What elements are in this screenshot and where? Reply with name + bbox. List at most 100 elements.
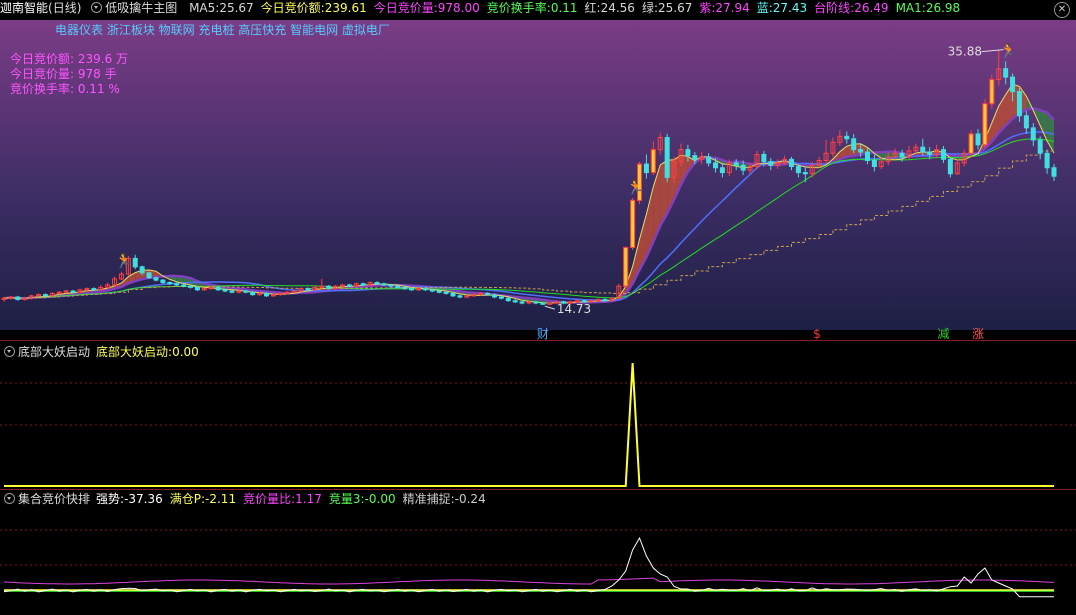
close-icon[interactable]: ✕ <box>1054 2 1070 18</box>
signal-marker: 财 <box>537 327 549 340</box>
runner-icon: 🏃 <box>627 179 644 196</box>
info-value: 978 <box>74 67 105 81</box>
indicator1-chart[interactable] <box>0 343 1076 489</box>
candle <box>519 301 525 304</box>
header-bar: 迦南智能(日线) 低吸擒牛主图 MA5:25.67 今日竞价额:239.61 今日竞… <box>0 0 1076 20</box>
candle <box>858 149 864 153</box>
candle <box>70 290 76 293</box>
candle-strong <box>623 247 629 287</box>
candle <box>975 133 981 146</box>
header-label: MA5: <box>189 1 220 15</box>
runner-icon: 🏃 <box>1000 42 1017 59</box>
info-unit: % <box>108 82 120 96</box>
header-value: 27.43 <box>772 1 808 15</box>
candle <box>789 158 794 168</box>
header-value: 0.11 <box>550 1 578 15</box>
header-label: MA1: <box>895 1 926 15</box>
bid-volume-ratio-line <box>3 577 1055 585</box>
candle <box>146 272 152 279</box>
candle <box>229 290 235 293</box>
candle <box>505 297 511 302</box>
candle <box>1016 91 1022 117</box>
candle <box>864 151 870 162</box>
candle <box>167 282 173 285</box>
header-label: 绿: <box>641 1 658 15</box>
candle <box>326 285 332 290</box>
header-value: 25.67 <box>657 1 693 15</box>
candle <box>450 292 456 297</box>
header-label: 蓝: <box>756 1 773 15</box>
candle <box>927 151 933 155</box>
header-values: MA5:25.67 今日竞价额:239.61 今日竞价量:978.00 竞价换手率:0… <box>189 1 967 15</box>
candle <box>374 282 380 285</box>
candle-strong <box>989 79 995 105</box>
candle <box>429 289 435 292</box>
candle <box>940 149 946 160</box>
candle <box>222 289 228 292</box>
info-unit: 万 <box>116 52 129 66</box>
candle <box>802 172 808 175</box>
stock-name[interactable]: 迦南智能 <box>0 1 48 15</box>
candle <box>485 292 491 296</box>
candle-strong <box>650 149 656 174</box>
candle <box>1044 152 1050 169</box>
main-chart[interactable]: 35.88 14.73 🏃 🏃 🏃 财 $ 减 涨 <box>0 20 1076 340</box>
candle <box>1010 76 1016 93</box>
candle <box>713 162 719 169</box>
candle <box>533 301 539 304</box>
candle <box>1023 115 1029 129</box>
indicator-menu-icon[interactable] <box>91 2 103 13</box>
candle <box>360 283 366 286</box>
indicator-name[interactable]: 低吸擒牛主图 <box>105 1 177 15</box>
header-label: 今日竞价额: <box>260 1 325 15</box>
concept-tags: 电器仪表 浙江板块 物联网 充电桩 高压快充 智能电网 虚拟电厂 <box>55 23 390 37</box>
period-label[interactable]: (日线) <box>48 1 81 15</box>
candle <box>194 286 200 291</box>
info-line: 今日竞价量: 978 手 <box>10 67 128 82</box>
candle <box>15 296 21 300</box>
header-value: 24.56 <box>600 1 635 15</box>
candle-strong <box>982 103 988 146</box>
candle <box>733 162 739 166</box>
candle <box>1051 167 1057 177</box>
candle <box>947 158 953 175</box>
candle <box>215 286 221 291</box>
candle <box>181 284 187 287</box>
header-label: 红: <box>584 1 601 15</box>
candle <box>381 283 387 286</box>
info-line: 竞价换手率: 0.11 % <box>10 82 128 97</box>
info-value: 0.11 <box>74 82 109 96</box>
info-label: 今日竞价额: <box>10 52 75 66</box>
candle <box>844 135 850 140</box>
info-line: 今日竞价额: 239.6 万 <box>10 52 128 67</box>
candle <box>91 288 97 291</box>
candle <box>685 149 691 157</box>
candle-strong <box>968 133 974 154</box>
info-label: 竞价换手率: <box>10 82 75 96</box>
candle <box>1030 127 1036 141</box>
candle <box>540 302 546 305</box>
candle <box>160 279 166 284</box>
candle <box>346 284 352 287</box>
header-value: 978.00 <box>437 1 480 15</box>
candle <box>851 138 857 151</box>
candle <box>512 300 518 303</box>
header-label: 台阶线: <box>814 1 855 15</box>
candle <box>491 294 497 298</box>
signal-marker: $ <box>813 327 821 340</box>
candle <box>436 290 442 293</box>
info-label: 今日竞价量: <box>10 67 75 81</box>
header-value: 27.94 <box>715 1 750 15</box>
candle <box>643 163 649 174</box>
candle <box>243 290 249 293</box>
candle <box>174 283 180 286</box>
header-value: 26.49 <box>854 1 889 15</box>
candle <box>457 295 463 298</box>
signal-marker: 减 <box>937 327 949 340</box>
candle <box>719 167 725 174</box>
candle <box>153 277 159 281</box>
indicator2-chart[interactable] <box>0 490 1076 615</box>
header-label: 竞价换手率: <box>486 1 551 15</box>
candle <box>422 288 428 291</box>
candle <box>795 166 801 174</box>
